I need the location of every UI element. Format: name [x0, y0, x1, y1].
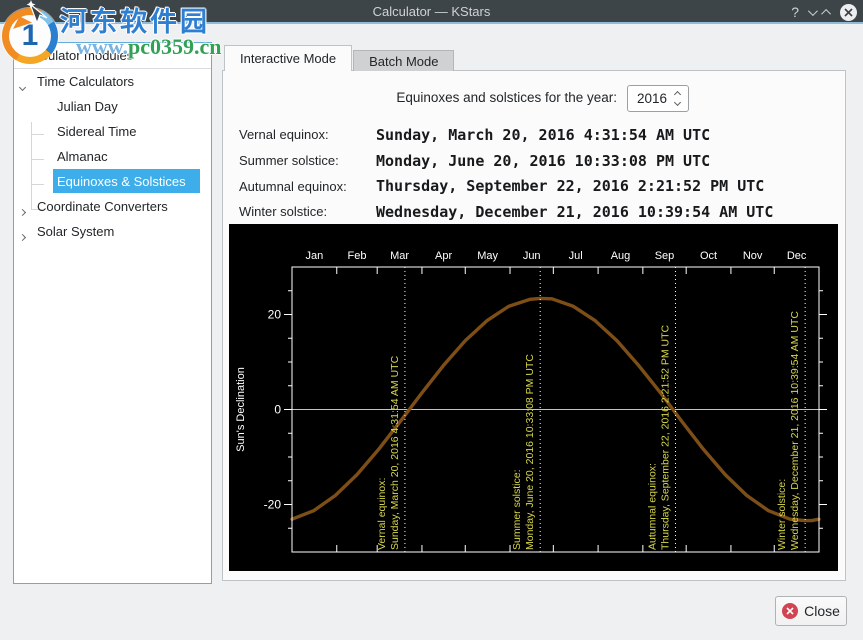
- shade-icon[interactable]: [808, 3, 815, 21]
- expander-closed-icon[interactable]: [20, 228, 28, 236]
- chevron-down-icon: [808, 6, 818, 16]
- close-button[interactable]: Close: [775, 596, 847, 626]
- sidebar-item-label: Time Calculators: [37, 74, 134, 89]
- sidebar-item-label: Coordinate Converters: [37, 199, 168, 214]
- tree-header: Calculator modules: [14, 43, 211, 69]
- chevron-up-icon: [821, 9, 831, 19]
- year-row: Equinoxes and solstices for the year: 20…: [223, 85, 689, 112]
- dialog-close-icon: [782, 603, 798, 619]
- svg-text:Vernal equinox:: Vernal equinox:: [376, 478, 388, 550]
- titlebar: Calculator — KStars ?: [0, 0, 863, 24]
- tab-bar: Interactive Mode Batch Mode: [224, 45, 454, 71]
- calculator-window: Calculator — KStars ? 1 河东软件园 www.pc0359…: [0, 0, 863, 640]
- spin-down-icon[interactable]: [673, 99, 680, 106]
- year-label: Equinoxes and solstices for the year:: [396, 90, 617, 105]
- interactive-mode-panel: Equinoxes and solstices for the year: 20…: [222, 70, 846, 581]
- year-spinbox[interactable]: 2016: [627, 85, 689, 112]
- result-label: Vernal equinox:: [239, 127, 376, 142]
- svg-text:Oct: Oct: [700, 250, 717, 262]
- declination-plot: Jan Feb Mar Apr May Jun Jul Aug Sep Oct Nov Dec 20 0 -…: [229, 224, 838, 571]
- svg-text:Thursday, September 22, 2016 2: Thursday, September 22, 2016 2:21:52 PM …: [659, 324, 671, 550]
- svg-text:Feb: Feb: [348, 250, 367, 262]
- maximize-icon[interactable]: [824, 3, 831, 21]
- tree-body: Time Calculators Julian Day Sidereal Tim…: [14, 69, 211, 244]
- sidebar-item-time-calculators[interactable]: Time Calculators: [14, 69, 211, 94]
- svg-text:Apr: Apr: [435, 250, 452, 262]
- help-icon[interactable]: ?: [791, 0, 799, 24]
- window-controls: ?: [791, 0, 857, 24]
- svg-text:Sun's Declination: Sun's Declination: [235, 367, 247, 452]
- sidebar-item-sidereal-time[interactable]: Sidereal Time: [14, 119, 211, 144]
- result-row-autumnal-equinox: Autumnal equinox: Thursday, September 22…: [239, 173, 773, 199]
- svg-text:Jan: Jan: [306, 250, 324, 262]
- expander-open-icon[interactable]: [20, 78, 28, 86]
- svg-text:-20: -20: [264, 498, 282, 512]
- close-icon: [844, 8, 853, 17]
- expander-closed-icon[interactable]: [20, 203, 28, 211]
- svg-text:Jun: Jun: [523, 250, 541, 262]
- calculator-modules-tree: Calculator modules Time Calculators Juli…: [13, 42, 212, 584]
- svg-text:Jul: Jul: [569, 250, 583, 262]
- sidebar-item-coordinate-converters[interactable]: Coordinate Converters: [14, 194, 211, 219]
- svg-text:Winter solstice:: Winter solstice:: [776, 479, 788, 550]
- year-value[interactable]: 2016: [628, 91, 670, 106]
- svg-text:Sunday, March 20, 2016 4:31:54: Sunday, March 20, 2016 4:31:54 AM UTC: [389, 355, 401, 550]
- tab-interactive-mode[interactable]: Interactive Mode: [224, 45, 352, 71]
- sidebar-item-julian-day[interactable]: Julian Day: [14, 94, 211, 119]
- svg-text:May: May: [477, 250, 498, 262]
- result-row-winter-solstice: Winter solstice: Wednesday, December 21,…: [239, 199, 773, 225]
- window-title: Calculator — KStars: [0, 4, 863, 19]
- sidebar-item-label: Almanac: [57, 149, 108, 164]
- svg-text:Monday, June 20, 2016 10:33:08: Monday, June 20, 2016 10:33:08 PM UTC: [524, 354, 536, 550]
- svg-text:Aug: Aug: [611, 250, 631, 262]
- svg-text:0: 0: [274, 403, 281, 417]
- result-label: Autumnal equinox:: [239, 179, 376, 194]
- tab-batch-mode[interactable]: Batch Mode: [353, 50, 454, 71]
- svg-text:Wednesday, December 21, 2016 1: Wednesday, December 21, 2016 10:39:54 AM…: [789, 311, 801, 550]
- svg-text:Sep: Sep: [655, 250, 675, 262]
- svg-text:Nov: Nov: [743, 250, 763, 262]
- result-row-summer-solstice: Summer solstice: Monday, June 20, 2016 1…: [239, 148, 773, 174]
- sidebar-item-label: Julian Day: [57, 99, 118, 114]
- sidebar-item-label: Equinoxes & Solstices: [57, 174, 186, 189]
- results-list: Vernal equinox: Sunday, March 20, 2016 4…: [239, 122, 773, 225]
- sidebar-item-equinoxes-solstices[interactable]: Equinoxes & Solstices: [14, 169, 211, 194]
- spinbox-arrows: [670, 92, 688, 105]
- result-label: Summer solstice:: [239, 153, 376, 168]
- declination-chart: Jan Feb Mar Apr May Jun Jul Aug Sep Oct Nov Dec 20 0 -…: [229, 224, 838, 571]
- close-button-label: Close: [804, 603, 840, 619]
- result-value: Wednesday, December 21, 2016 10:39:54 AM…: [376, 203, 773, 221]
- sidebar-item-label: Sidereal Time: [57, 124, 136, 139]
- result-value: Sunday, March 20, 2016 4:31:54 AM UTC: [376, 126, 710, 144]
- result-value: Monday, June 20, 2016 10:33:08 PM UTC: [376, 152, 710, 170]
- result-value: Thursday, September 22, 2016 2:21:52 PM …: [376, 177, 764, 195]
- sidebar-item-solar-system[interactable]: Solar System: [14, 219, 211, 244]
- svg-text:Dec: Dec: [787, 250, 807, 262]
- spin-up-icon[interactable]: [673, 91, 680, 98]
- sidebar-item-label: Solar System: [37, 224, 114, 239]
- window-close-button[interactable]: [840, 4, 857, 21]
- svg-text:Summer solstice:: Summer solstice:: [511, 469, 523, 550]
- result-label: Winter solstice:: [239, 204, 376, 219]
- svg-text:20: 20: [268, 308, 282, 322]
- svg-text:Mar: Mar: [390, 250, 409, 262]
- result-row-vernal-equinox: Vernal equinox: Sunday, March 20, 2016 4…: [239, 122, 773, 148]
- sidebar-item-almanac[interactable]: Almanac: [14, 144, 211, 169]
- svg-text:Autumnal equinox:: Autumnal equinox:: [646, 463, 658, 550]
